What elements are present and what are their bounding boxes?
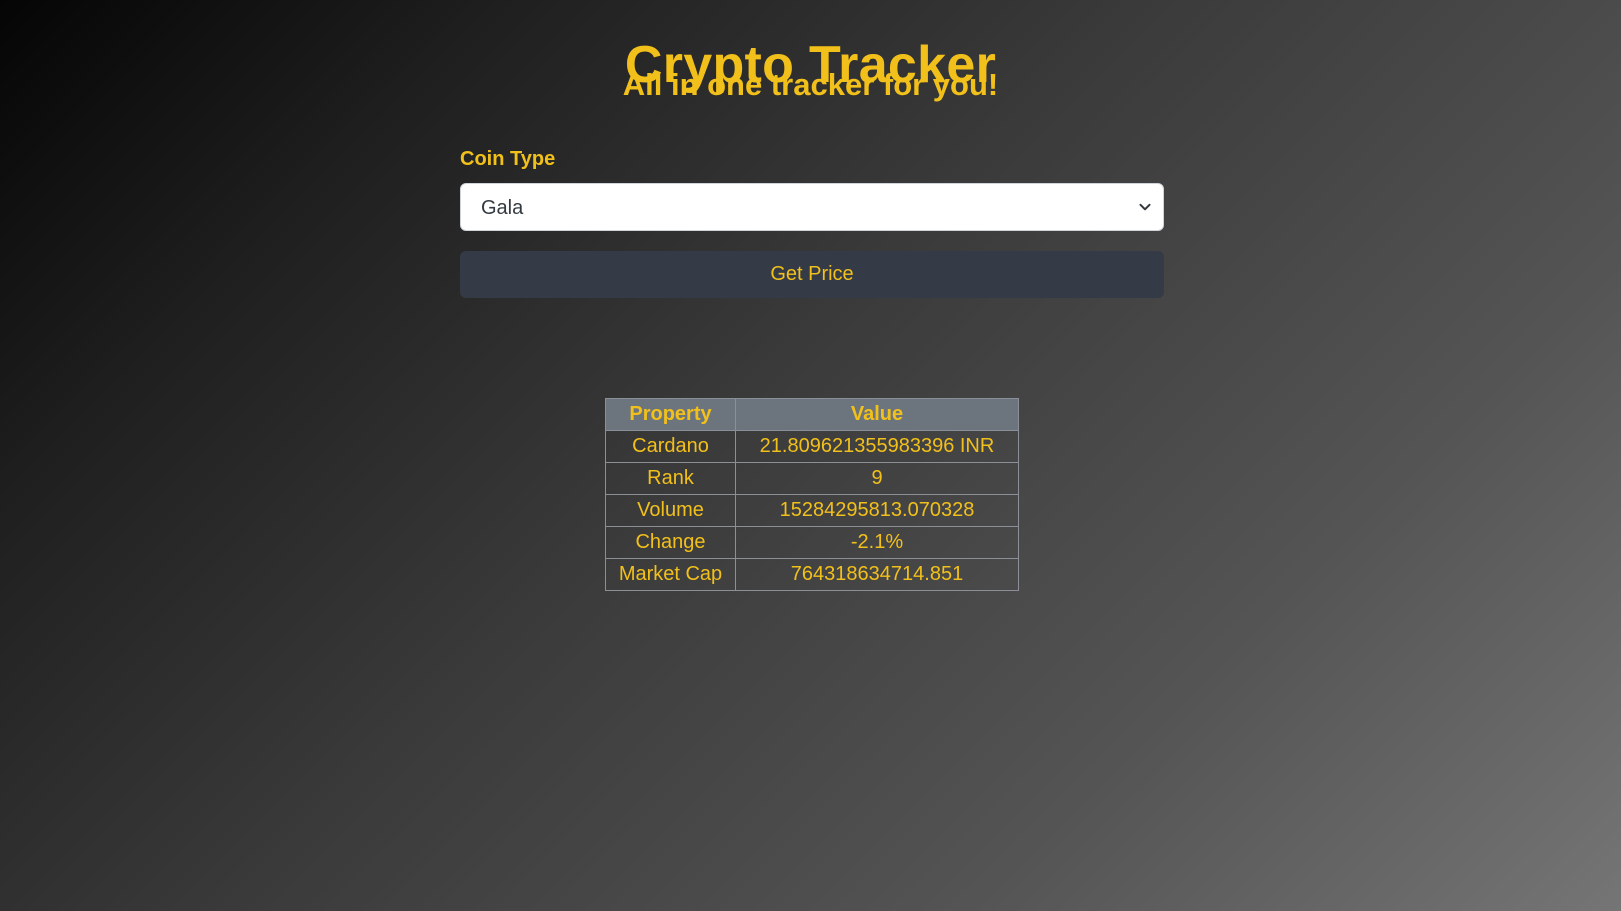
chevron-down-icon — [1139, 203, 1151, 211]
row-property-cell: Rank — [605, 462, 736, 495]
get-price-button[interactable]: Get Price — [460, 251, 1164, 298]
row-property-cell: Change — [605, 526, 736, 559]
coin-type-selected-value: Gala — [481, 197, 524, 219]
column-header-property: Property — [605, 398, 736, 431]
table-row: Volume 15284295813.070328 — [605, 494, 1019, 527]
table-row: Market Cap 764318634714.851 — [605, 558, 1019, 591]
row-value-cell: -2.1% — [735, 526, 1019, 559]
page-subtitle: All in one tracker for you! — [622, 67, 999, 102]
column-header-value: Value — [735, 398, 1019, 431]
coin-type-label: Coin Type — [460, 148, 556, 170]
coin-form: Coin Type Gala Get Price — [460, 145, 1164, 298]
row-property-cell: Cardano — [605, 430, 736, 463]
results-table: Property Value Cardano 21.80962135598339… — [605, 398, 1019, 591]
row-value-cell: 9 — [735, 462, 1019, 495]
row-value-cell: 15284295813.070328 — [735, 494, 1019, 527]
table-header-row: Property Value — [605, 398, 1019, 431]
row-property-cell: Volume — [605, 494, 736, 527]
table-row: Cardano 21.809621355983396 INR — [605, 430, 1019, 463]
row-value-cell: 764318634714.851 — [735, 558, 1019, 591]
row-value-cell: 21.809621355983396 INR — [735, 430, 1019, 463]
row-property-cell: Market Cap — [605, 558, 736, 591]
coin-type-select[interactable]: Gala — [460, 183, 1164, 231]
table-row: Rank 9 — [605, 462, 1019, 495]
table-row: Change -2.1% — [605, 526, 1019, 559]
